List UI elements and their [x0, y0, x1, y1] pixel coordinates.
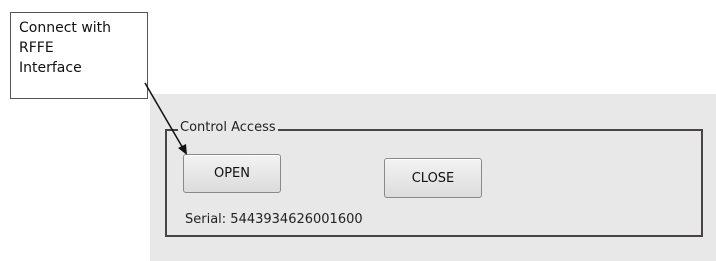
callout-arrow-icon: [144, 82, 187, 155]
